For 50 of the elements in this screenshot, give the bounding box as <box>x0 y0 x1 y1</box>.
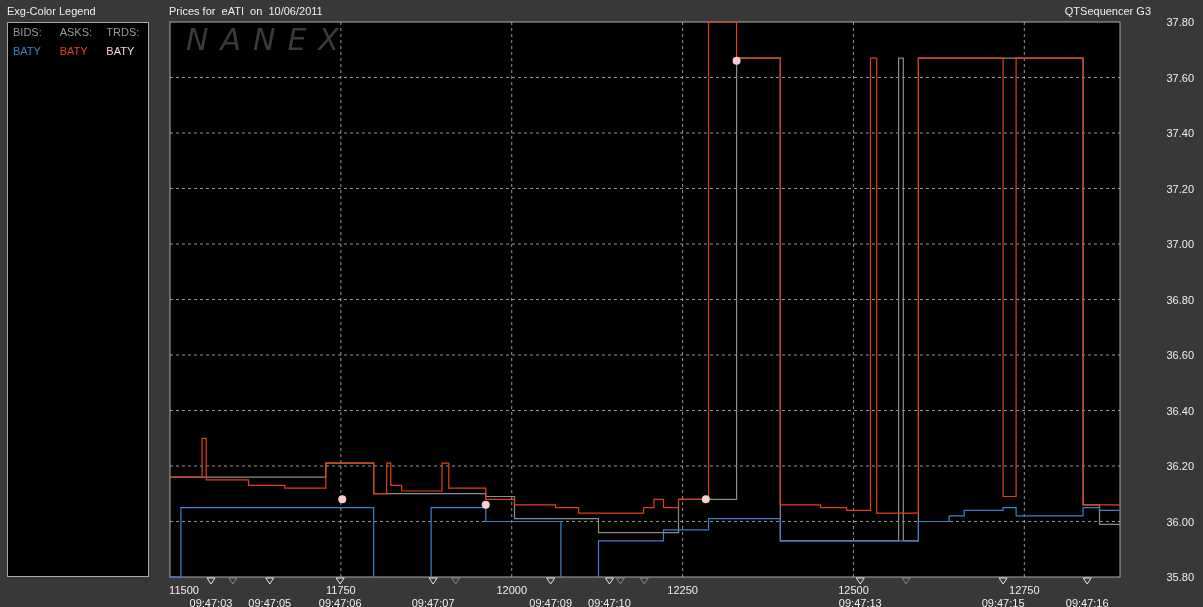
time-label: 09:47:09 <box>529 597 573 607</box>
time-label: 09:47:15 <box>981 597 1025 607</box>
tick-marker-icon <box>615 577 625 585</box>
legend-header: BIDS: <box>13 26 43 38</box>
time-label: 09:47:05 <box>248 597 292 607</box>
y-axis-label: 37.40 <box>1166 127 1194 139</box>
watermark: NANEX <box>186 22 351 57</box>
x-axis-label: 11500 <box>169 584 199 596</box>
time-label: 09:47:07 <box>411 597 455 607</box>
tick-marker-icon <box>901 577 911 585</box>
y-axis-label: 36.40 <box>1166 404 1194 417</box>
tick-marker-icon <box>228 577 238 585</box>
y-axis-label: 37.20 <box>1166 182 1194 195</box>
tick-marker-icon <box>451 577 461 585</box>
time-tick-icon <box>265 577 275 585</box>
legend-header: TRDS: <box>106 26 141 38</box>
time-label: 09:47:03 <box>189 597 233 607</box>
legend-exchange: BATY <box>59 45 89 57</box>
x-axis-label: 11750 <box>325 584 356 596</box>
x-axis-label: 12000 <box>496 584 527 596</box>
app-name: QTSequencer G3 <box>1064 4 1151 19</box>
y-axis-label: 35.80 <box>1166 571 1194 583</box>
time-label: 09:47:16 <box>1065 597 1109 607</box>
time-tick-icon <box>546 577 556 585</box>
legend-exchange: BATY <box>13 45 42 57</box>
y-axis-label: 37.00 <box>1166 238 1194 250</box>
time-tick-icon <box>604 577 614 585</box>
y-axis-label: 37.80 <box>1166 18 1194 28</box>
time-tick-icon <box>206 577 216 585</box>
time-tick-icon <box>1082 577 1092 585</box>
time-tick-icon <box>998 577 1008 585</box>
y-axis-label: 36.00 <box>1166 515 1194 528</box>
time-label: 09:47:13 <box>838 597 882 607</box>
time-label: 09:47:06 <box>318 597 362 607</box>
tick-marker-icon <box>639 577 649 585</box>
legend-title: Exg-Color Legend <box>7 4 97 19</box>
time-tick-icon <box>428 577 438 585</box>
time-label: 09:47:10 <box>588 597 631 607</box>
chart-title: Prices for eATI on 10/06/2011 <box>169 4 323 19</box>
time-tick-icon <box>335 577 345 585</box>
legend-header: ASKS: <box>59 26 94 38</box>
y-axis-label: 37.60 <box>1166 71 1194 84</box>
x-axis-label: 12750 <box>1009 584 1040 596</box>
y-axis-label: 36.20 <box>1166 460 1194 472</box>
y-axis-label: 36.60 <box>1166 349 1194 361</box>
legend-exchange: BATY <box>106 45 136 57</box>
time-tick-icon <box>855 577 865 585</box>
x-axis-label: 12250 <box>667 584 698 596</box>
y-axis-label: 36.80 <box>1166 293 1194 306</box>
x-axis-label: 12500 <box>838 584 869 596</box>
